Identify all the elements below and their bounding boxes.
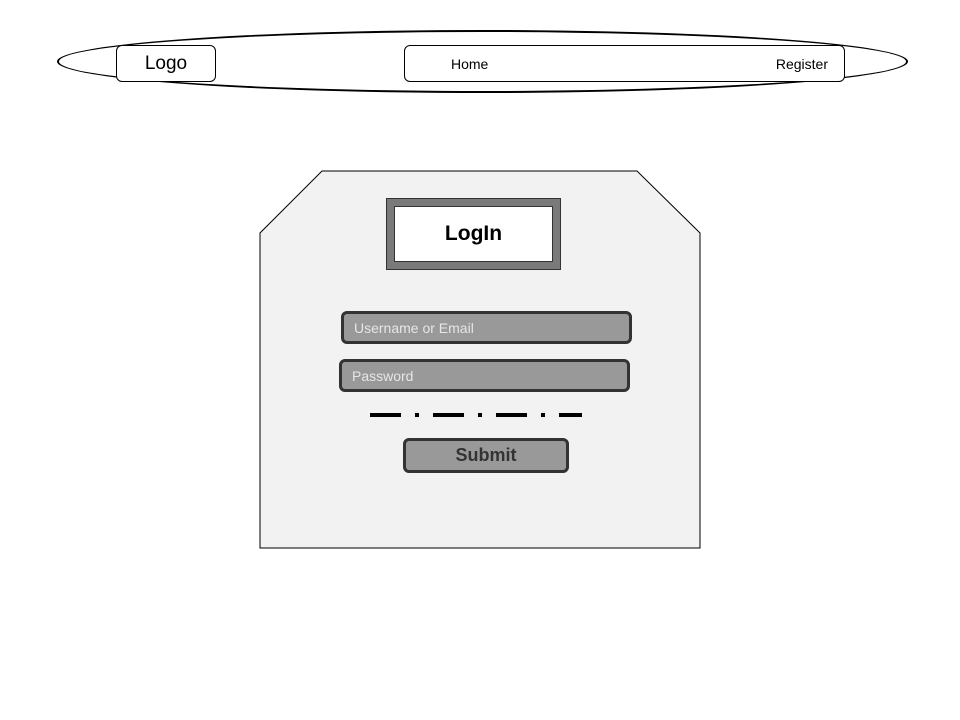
logo[interactable]: Logo [116,45,216,82]
submit-label: Submit [455,445,517,465]
submit-button[interactable]: Submit [403,438,569,473]
nav-home-link[interactable]: Home [451,55,488,73]
dash-dot-divider [370,413,582,417]
nav-register-link[interactable]: Register [776,55,828,73]
login-title-box: LogIn [394,206,553,262]
username-placeholder: Username or Email [354,319,474,336]
login-title: LogIn [444,222,503,245]
password-placeholder: Password [352,367,414,384]
username-input[interactable]: Username or Email [341,311,632,344]
logo-label: Logo [144,52,188,74]
nav-links-container: Home Register [404,45,845,82]
password-input[interactable]: Password [339,359,630,392]
login-title-frame: LogIn [386,198,561,270]
